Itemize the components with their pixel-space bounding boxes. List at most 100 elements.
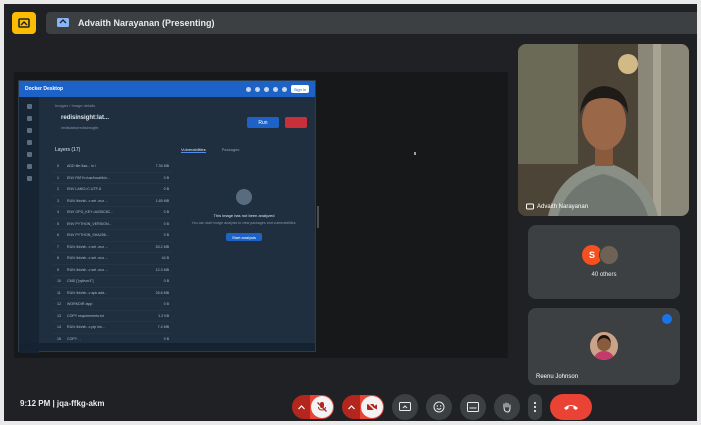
docker-layers-title: Layers (17) (55, 147, 81, 153)
layer-cmd: RUN /bin/sh -c pip ins... (67, 325, 105, 330)
table-row: 10 CMD ["python3"] 0 B (53, 276, 171, 288)
present-button[interactable] (392, 394, 418, 420)
dev-env-icon (26, 140, 32, 145)
layer-cmd: RUN /bin/sh -c set -eux ... (67, 256, 109, 261)
layer-size: 0 B (163, 187, 169, 192)
docker-tabs: Vulnerabilities Packages (181, 147, 239, 153)
layer-num: 10 (57, 279, 61, 284)
presenting-icon (526, 203, 534, 211)
containers-icon (26, 104, 32, 109)
participant-name-label: Reenu Johnson (536, 374, 579, 380)
mic-toggle-button[interactable] (310, 395, 334, 419)
mouse-cursor (414, 152, 416, 155)
camera-options-button[interactable] (342, 395, 360, 419)
layer-cmd: ENV LANG=C.UTF-8 (67, 187, 102, 192)
layer-size: 0 B (163, 210, 169, 215)
app-icon (18, 17, 30, 29)
participant-tile-reenu[interactable]: Reenu Johnson (528, 308, 680, 385)
meet-app-badge[interactable] (12, 12, 36, 34)
docker-title: Docker Desktop (25, 86, 64, 92)
layer-cmd: COPY requirements.txt (67, 313, 104, 318)
table-row: 0 ADD file:3aa... in / 7.34 MB (53, 161, 171, 173)
chevron-up-icon (297, 404, 305, 410)
layer-num: 0 (57, 164, 59, 169)
reactions-button[interactable] (426, 394, 452, 420)
docker-image-subtitle: redislabs/redisinsight (61, 125, 99, 130)
layer-cmd: ADD file:3aa... in / (67, 164, 96, 169)
table-row: 7 RUN /bin/sh -c set -eux ... 53.2 MB (53, 242, 171, 253)
table-row: 6 ENV PYTHON_SHA256... 0 B (53, 230, 171, 242)
docker-run-button: Run (247, 117, 279, 128)
end-call-icon (563, 403, 579, 411)
table-row: 14 RUN /bin/sh -c pip ins... 7.4 MB (53, 322, 171, 334)
captions-icon (467, 402, 479, 412)
layer-cmd: ENV GPG_KEY=A035C8C... (67, 210, 114, 215)
avatar (590, 332, 618, 360)
camera-toggle-button[interactable] (360, 395, 384, 419)
learning-icon (26, 152, 32, 157)
top-bar: Advaith Narayanan (Presenting) (4, 4, 697, 40)
layer-num: 4 (57, 210, 59, 215)
meet-window: Advaith Narayanan (Presenting) Docker De… (4, 4, 697, 421)
others-count-label: 40 others (591, 272, 617, 278)
docker-titlebar: Docker Desktop Sign in (19, 81, 315, 97)
add-extension-icon (26, 176, 32, 181)
docker-breadcrumb: Images / Image details (55, 103, 96, 108)
docker-delete-button (285, 117, 307, 128)
layer-num: 5 (57, 221, 59, 226)
call-controls (292, 394, 592, 420)
shared-screen: Docker Desktop Sign in Images / Image de… (14, 72, 508, 358)
presenter-video-tile[interactable]: Advaith Narayanan (518, 44, 689, 216)
tab-vulnerabilities: Vulnerabilities (181, 147, 206, 153)
layer-size: 0 B (163, 302, 169, 307)
tab-packages: Packages (221, 147, 240, 152)
mic-off-icon (311, 396, 333, 418)
extensions-icon (26, 164, 32, 169)
notifications-icon (264, 86, 269, 92)
docker-empty-state: This image has not been analyzed You can… (179, 189, 309, 299)
layer-num: 13 (57, 313, 61, 318)
docker-status-bar (19, 343, 315, 351)
raise-hand-button[interactable] (494, 394, 520, 420)
layer-size: 25.6 MB (155, 290, 169, 295)
table-row: 2 ENV LANG=C.UTF-8 0 B (53, 184, 171, 196)
empty-state-body: You can start image analysis to view pac… (191, 221, 297, 225)
layer-cmd: RUN /bin/sh -c set -eux ... (67, 244, 109, 249)
raise-hand-icon (501, 401, 513, 413)
captions-button[interactable] (460, 394, 486, 420)
layer-num: 9 (57, 267, 59, 272)
layer-size: 0 B (163, 175, 169, 180)
layer-size: 7.34 MB (155, 164, 169, 169)
layer-size: 7.4 MB (157, 325, 169, 330)
end-call-button[interactable] (550, 394, 592, 420)
layer-size: 53.2 MB (155, 244, 169, 249)
layer-num: 1 (57, 175, 59, 180)
mic-options-button[interactable] (292, 395, 310, 419)
layer-cmd: RUN /bin/sh -c apk add... (67, 290, 108, 295)
layer-num: 11 (57, 290, 61, 295)
layer-cmd: RUN /bin/sh -c set -eux ... (67, 198, 109, 203)
layer-num: 12 (57, 302, 61, 307)
docker-sidebar (19, 97, 39, 353)
table-row: 1 ENV PATH=/usr/local/bin... 0 B (53, 173, 171, 184)
table-row: 3 RUN /bin/sh -c set -eux ... 1.65 MB (53, 196, 171, 207)
analysis-icon (236, 189, 252, 205)
others-tile[interactable]: S 40 others (528, 225, 680, 299)
layer-size: 1.2 KB (158, 313, 169, 318)
table-row: 12 WORKDIR /app 0 B (53, 299, 171, 311)
layer-size: 12.3 MB (155, 267, 169, 272)
speaking-indicator-icon (662, 314, 672, 324)
layer-num: 3 (57, 198, 59, 203)
presenting-banner[interactable]: Advaith Narayanan (Presenting) (46, 12, 697, 34)
layer-num: 2 (57, 187, 59, 192)
grid-icon (282, 86, 287, 92)
more-options-button[interactable] (528, 394, 542, 420)
layer-cmd: CMD ["python3"] (67, 279, 94, 284)
layer-num: 8 (57, 256, 59, 261)
present-to-all-icon (56, 17, 70, 29)
search-icon (246, 86, 251, 92)
chevron-up-icon (347, 404, 355, 410)
presenter-name-label: Advaith Narayanan (526, 203, 588, 211)
table-row: 9 RUN /bin/sh -c set -eux ... 12.3 MB (53, 265, 171, 276)
presenter-video (518, 44, 689, 216)
